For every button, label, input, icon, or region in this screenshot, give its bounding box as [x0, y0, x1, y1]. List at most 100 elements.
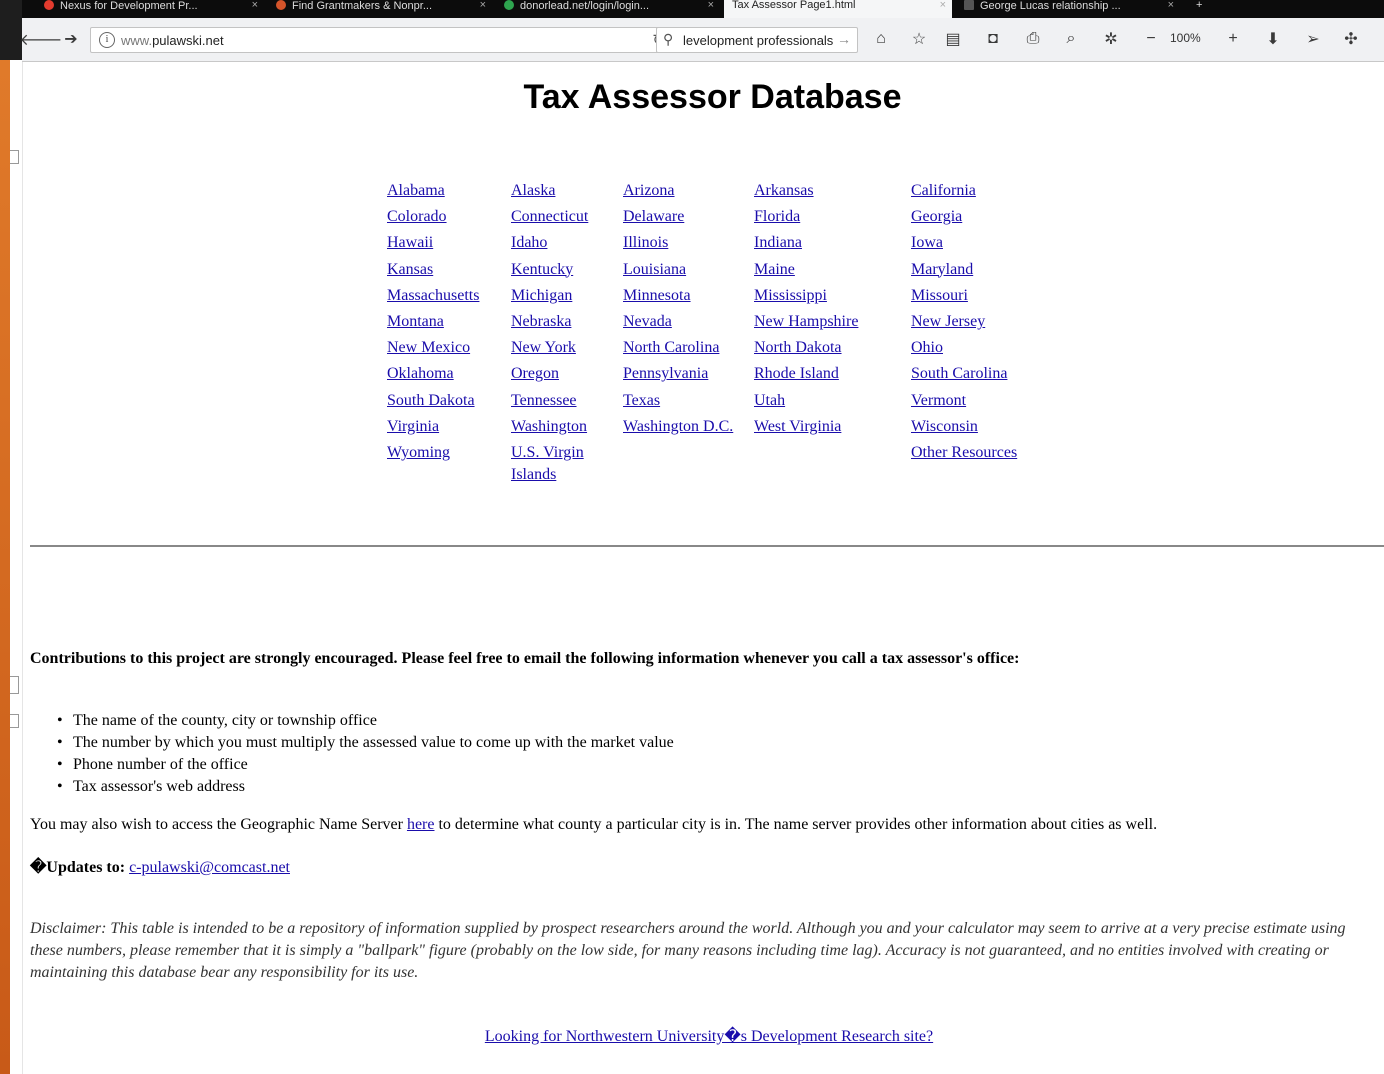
tab-george-lucas[interactable]: George Lucas relationship ... × — [956, 0, 1180, 18]
state-link-virginia[interactable]: Virginia — [387, 416, 439, 438]
state-link-missouri[interactable]: Missouri — [911, 285, 968, 307]
reading-list-button[interactable]: ▤ — [942, 28, 964, 50]
state-link-north-carolina[interactable]: North Carolina — [623, 337, 719, 359]
state-link-nevada[interactable]: Nevada — [623, 311, 672, 333]
state-link-delaware[interactable]: Delaware — [623, 206, 684, 228]
state-link-vermont[interactable]: Vermont — [911, 390, 966, 412]
search-bar[interactable]: ⚲ levelopment professionals → — [656, 27, 858, 53]
state-link-kansas[interactable]: Kansas — [387, 259, 433, 281]
state-link-connecticut[interactable]: Connecticut — [511, 206, 588, 228]
states-cell: Alaska — [511, 180, 623, 206]
state-link-wyoming[interactable]: Wyoming — [387, 442, 450, 464]
state-link-north-dakota[interactable]: North Dakota — [754, 337, 842, 359]
state-link-maine[interactable]: Maine — [754, 259, 795, 281]
close-icon[interactable]: × — [708, 0, 714, 11]
zoom-level[interactable]: 100% — [1170, 31, 1201, 45]
state-link-indiana[interactable]: Indiana — [754, 232, 802, 254]
states-cell: South Dakota — [387, 390, 511, 416]
find-button[interactable]: ⌕ — [1060, 28, 1082, 50]
state-link-new-jersey[interactable]: New Jersey — [911, 311, 985, 333]
state-link-massachusetts[interactable]: Massachusetts — [387, 285, 479, 307]
states-row: South Dakota Tennessee Texas Utah Vermont — [387, 390, 1051, 416]
favicon-icon — [504, 0, 514, 10]
state-link-georgia[interactable]: Georgia — [911, 206, 962, 228]
state-link-new-york[interactable]: New York — [511, 337, 576, 359]
state-link-south-dakota[interactable]: South Dakota — [387, 390, 475, 412]
state-link-hawaii[interactable]: Hawaii — [387, 232, 433, 254]
state-link-new-mexico[interactable]: New Mexico — [387, 337, 470, 359]
states-cell: Indiana — [754, 232, 911, 258]
state-link-mississippi[interactable]: Mississippi — [754, 285, 827, 307]
state-link-kentucky[interactable]: Kentucky — [511, 259, 573, 281]
state-link-texas[interactable]: Texas — [623, 390, 660, 412]
state-link-washington-d-c[interactable]: Washington D.C. — [623, 416, 733, 438]
states-cell: Oregon — [511, 363, 623, 389]
states-cell: Arkansas — [754, 180, 911, 206]
tab-nexus[interactable]: Nexus for Development Pr... × — [36, 0, 264, 18]
tab-find-grantmakers[interactable]: Find Grantmakers & Nonpr... × — [268, 0, 492, 18]
state-link-michigan[interactable]: Michigan — [511, 285, 572, 307]
tab-tax-assessor[interactable]: Tax Assessor Page1.html × — [724, 0, 952, 18]
state-link-u-s-virgin-islands[interactable]: U.S. Virgin Islands — [511, 442, 601, 486]
updates-email-link[interactable]: c-pulawski@comcast.net — [129, 859, 290, 876]
tab-donorlead[interactable]: donorlead.net/login/login... × — [496, 0, 720, 18]
extension-button[interactable]: ✣ — [1340, 28, 1362, 50]
states-cell: Colorado — [387, 206, 511, 232]
state-link-illinois[interactable]: Illinois — [623, 232, 668, 254]
states-row: Massachusetts Michigan Minnesota Mississipp… — [387, 285, 1051, 311]
downloads-button[interactable]: ⬇ — [1262, 28, 1284, 50]
close-icon[interactable]: × — [1168, 0, 1174, 11]
state-link-colorado[interactable]: Colorado — [387, 206, 447, 228]
state-link-oklahoma[interactable]: Oklahoma — [387, 363, 454, 385]
state-link-tennessee[interactable]: Tennessee — [511, 390, 577, 412]
state-link-new-hampshire[interactable]: New Hampshire — [754, 311, 858, 333]
state-link-utah[interactable]: Utah — [754, 390, 785, 412]
state-link-west-virginia[interactable]: West Virginia — [754, 416, 841, 438]
state-link-minnesota[interactable]: Minnesota — [623, 285, 691, 307]
arrow-right-icon[interactable]: → — [837, 31, 851, 47]
send-button[interactable]: ➢ — [1302, 28, 1324, 50]
close-icon[interactable]: × — [940, 0, 946, 11]
info-icon[interactable]: i — [99, 32, 115, 48]
state-link-arizona[interactable]: Arizona — [623, 180, 675, 202]
print-button[interactable]: ⎙ — [1022, 28, 1044, 50]
state-link-pennsylvania[interactable]: Pennsylvania — [623, 363, 708, 385]
close-icon[interactable]: × — [480, 0, 486, 11]
search-icon: ⚲ — [663, 31, 674, 47]
state-link-oregon[interactable]: Oregon — [511, 363, 559, 385]
state-link-california[interactable]: California — [911, 180, 976, 202]
state-link-iowa[interactable]: Iowa — [911, 232, 943, 254]
state-link-washington[interactable]: Washington — [511, 416, 587, 438]
state-link-ohio[interactable]: Ohio — [911, 337, 943, 359]
state-link-louisiana[interactable]: Louisiana — [623, 259, 686, 281]
pocket-button[interactable]: ◘ — [982, 28, 1004, 50]
state-link-idaho[interactable]: Idaho — [511, 232, 547, 254]
gutter-marker — [10, 676, 19, 694]
settings-button[interactable]: ✲ — [1100, 28, 1122, 50]
zoom-out-button[interactable]: − — [1140, 28, 1162, 50]
state-link-nebraska[interactable]: Nebraska — [511, 311, 571, 333]
states-row: Alabama Alaska Arizona Arkansas California — [387, 180, 1051, 206]
state-link-alabama[interactable]: Alabama — [387, 180, 445, 202]
bookmark-button[interactable]: ☆ — [908, 28, 930, 50]
state-link-maryland[interactable]: Maryland — [911, 259, 973, 281]
states-cell: Kansas — [387, 259, 511, 285]
state-link-wisconsin[interactable]: Wisconsin — [911, 416, 978, 438]
url-bar[interactable]: i www.pulawski.net ↻ — [90, 27, 674, 53]
nwu-link[interactable]: Looking for Northwestern University�s De… — [485, 1028, 933, 1045]
state-link-other-resources[interactable]: Other Resources — [911, 442, 1017, 464]
new-tab-button[interactable]: + — [1190, 0, 1214, 18]
state-link-montana[interactable]: Montana — [387, 311, 444, 333]
state-link-alaska[interactable]: Alaska — [511, 180, 555, 202]
back-button[interactable]: 🡐 — [20, 28, 63, 50]
home-button[interactable]: ⌂ — [870, 28, 892, 50]
state-link-florida[interactable]: Florida — [754, 206, 800, 228]
forward-button[interactable]: ➔ — [60, 28, 82, 50]
state-link-rhode-island[interactable]: Rhode Island — [754, 363, 839, 385]
close-icon[interactable]: × — [252, 0, 258, 11]
state-link-arkansas[interactable]: Arkansas — [754, 180, 814, 202]
state-link-south-carolina[interactable]: South Carolina — [911, 363, 1007, 385]
gns-here-link[interactable]: here — [407, 816, 435, 833]
nwu-footer: Looking for Northwestern University�s De… — [23, 1026, 1384, 1046]
zoom-in-button[interactable]: + — [1222, 28, 1244, 50]
